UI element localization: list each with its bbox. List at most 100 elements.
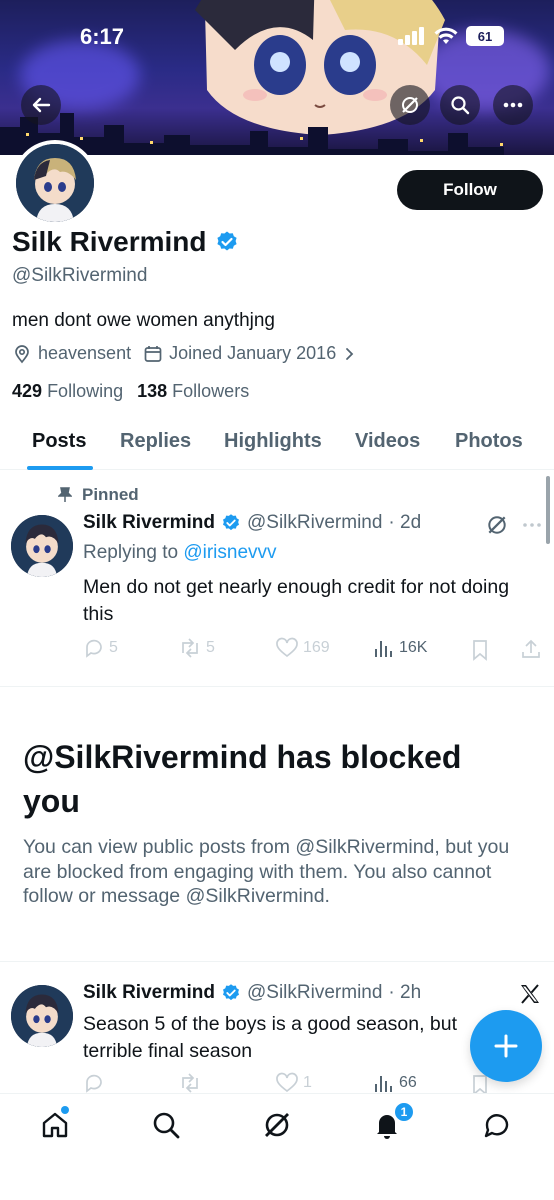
profile-banner[interactable]: 6:17 61 <box>0 0 554 155</box>
notification-badge: 1 <box>394 1102 414 1122</box>
replying-to-link[interactable]: @irisnevvv <box>183 542 276 563</box>
post-actions: 1 66 <box>83 1072 543 1093</box>
battery-icon: 61 <box>466 26 504 46</box>
profile-bio: men dont owe women anythjng <box>12 310 275 331</box>
pinned-label-row: Pinned <box>58 485 139 505</box>
avatar-image <box>16 144 94 222</box>
home-icon <box>42 1112 68 1138</box>
nav-messages[interactable] <box>480 1108 514 1142</box>
views-count: 66 <box>399 1074 417 1091</box>
back-arrow-icon <box>32 97 51 113</box>
share-icon[interactable] <box>520 638 542 660</box>
views-icon <box>375 641 392 657</box>
post-author-name[interactable]: Silk Rivermind <box>83 982 215 1004</box>
grok-icon <box>402 97 418 113</box>
profile-meta: heavensent Joined January 2016 <box>12 343 356 364</box>
followers-link[interactable]: 138 Followers <box>137 381 249 402</box>
more-options-button[interactable] <box>493 85 533 125</box>
followers-count: 138 <box>137 381 168 401</box>
like-count: 169 <box>303 639 330 656</box>
location-pin-icon <box>15 344 29 363</box>
verified-badge-icon <box>223 514 239 531</box>
post-time: · 2d <box>388 512 422 533</box>
message-bubble-icon <box>484 1114 509 1138</box>
tab-posts[interactable]: Posts <box>32 430 86 453</box>
search-button[interactable] <box>440 85 480 125</box>
verified-badge-icon[interactable] <box>215 230 239 254</box>
tab-videos[interactable]: Videos <box>355 430 420 453</box>
views-button[interactable]: 16K <box>373 637 427 659</box>
verified-badge-icon <box>223 984 239 1001</box>
views-icon <box>375 1076 392 1092</box>
scrollbar[interactable] <box>546 476 550 544</box>
divider <box>0 686 554 687</box>
following-label: Following <box>47 381 124 401</box>
divider <box>0 961 554 962</box>
post-header: Silk Rivermind @SilkRivermind · 2d <box>83 512 421 534</box>
post-avatar[interactable] <box>11 985 73 1047</box>
repost-count: 5 <box>206 639 215 656</box>
follow-button[interactable]: Follow <box>397 170 543 210</box>
like-button[interactable]: 169 <box>275 637 330 659</box>
status-bar: 6:17 61 <box>0 22 554 52</box>
home-notification-dot <box>61 1106 69 1114</box>
like-button[interactable]: 1 <box>275 1072 312 1093</box>
nav-grok[interactable] <box>260 1108 294 1142</box>
heart-icon <box>276 1072 298 1093</box>
profile-handle: @SilkRivermind <box>12 265 148 286</box>
like-count: 1 <box>303 1074 312 1091</box>
post-actions: 5 5 169 16K <box>83 637 543 663</box>
profile-avatar[interactable] <box>12 140 98 226</box>
grok-button[interactable] <box>390 85 430 125</box>
chevron-right-icon[interactable] <box>342 347 356 361</box>
profile-name-row: Silk Rivermind <box>12 226 239 258</box>
bottom-navigation: 1 <box>0 1093 554 1200</box>
reply-icon[interactable] <box>83 1072 105 1093</box>
avatar-image <box>11 515 73 577</box>
profile-location: heavensent <box>38 343 132 363</box>
active-tab-indicator <box>27 466 93 470</box>
grok-icon <box>265 1113 289 1137</box>
pinned-label: Pinned <box>82 485 139 504</box>
followers-label: Followers <box>172 381 250 401</box>
calendar-icon <box>144 345 162 362</box>
profile-name: Silk Rivermind <box>12 226 207 257</box>
following-link[interactable]: 429 Following <box>12 381 123 402</box>
post-avatar[interactable] <box>11 515 73 577</box>
replying-prefix: Replying to <box>83 542 184 563</box>
bookmark-icon[interactable] <box>470 639 490 661</box>
tab-highlights[interactable]: Highlights <box>224 430 322 453</box>
plus-icon <box>494 1034 518 1058</box>
post-more-icon[interactable] <box>522 522 542 528</box>
post-author-handle: @SilkRivermind <box>247 982 383 1003</box>
following-count: 429 <box>12 381 43 401</box>
more-dots-icon <box>503 102 523 108</box>
tab-photos[interactable]: Photos <box>455 430 523 453</box>
search-icon <box>153 1112 180 1139</box>
compose-button[interactable] <box>470 1010 542 1082</box>
profile-joined: Joined January 2016 <box>169 343 337 363</box>
blocked-title: @SilkRivermind has blocked you <box>23 739 462 819</box>
post-text: Season 5 of the boys is a good season, b… <box>83 1013 458 1062</box>
pin-icon <box>58 487 72 502</box>
post-time: · 2h <box>388 982 422 1003</box>
tab-replies[interactable]: Replies <box>120 430 191 453</box>
cellular-signal-icon <box>398 27 424 45</box>
search-icon <box>451 96 470 115</box>
views-count: 16K <box>399 639 428 656</box>
post-author-name[interactable]: Silk Rivermind <box>83 512 215 534</box>
reply-button[interactable]: 5 <box>83 637 118 659</box>
repost-icon <box>182 638 198 658</box>
blocked-body: You can view public posts from @SilkRive… <box>23 836 510 907</box>
back-button[interactable] <box>21 85 61 125</box>
profile-tabs: Posts Replies Highlights Videos Photos <box>0 420 554 470</box>
repost-icon[interactable] <box>178 1072 202 1093</box>
views-button[interactable]: 66 <box>373 1072 417 1093</box>
nav-search[interactable] <box>149 1108 183 1142</box>
repost-button[interactable]: 5 <box>178 637 215 659</box>
status-time: 6:17 <box>80 24 125 49</box>
grok-icon[interactable] <box>486 514 508 536</box>
replying-to-row: Replying to @irisnevvv <box>83 542 277 564</box>
post-header: Silk Rivermind @SilkRivermind · 2h <box>83 982 421 1004</box>
post-text: Men do not get nearly enough credit for … <box>83 576 510 625</box>
